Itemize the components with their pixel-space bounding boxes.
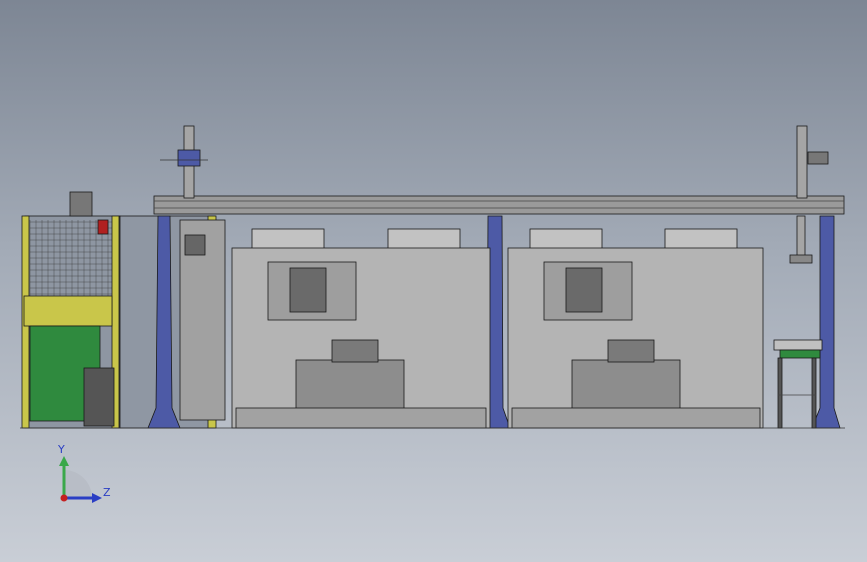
cnc-machine-1: [231, 228, 491, 429]
coordinate-triad-icon: Y Z: [57, 443, 111, 503]
axis-z-label: Z: [103, 486, 111, 499]
gantry-beam: [153, 195, 845, 215]
gantry-carriage-left: [160, 125, 208, 199]
cad-viewport[interactable]: Y Z: [0, 0, 867, 562]
cnc-machine-2: [507, 228, 764, 429]
production-line-assembly: [20, 125, 845, 429]
robot-cell-fence: [119, 215, 226, 429]
safety-fence-cell: [21, 191, 121, 429]
axis-y-label: Y: [57, 443, 65, 456]
conveyor-stand: [773, 339, 823, 429]
